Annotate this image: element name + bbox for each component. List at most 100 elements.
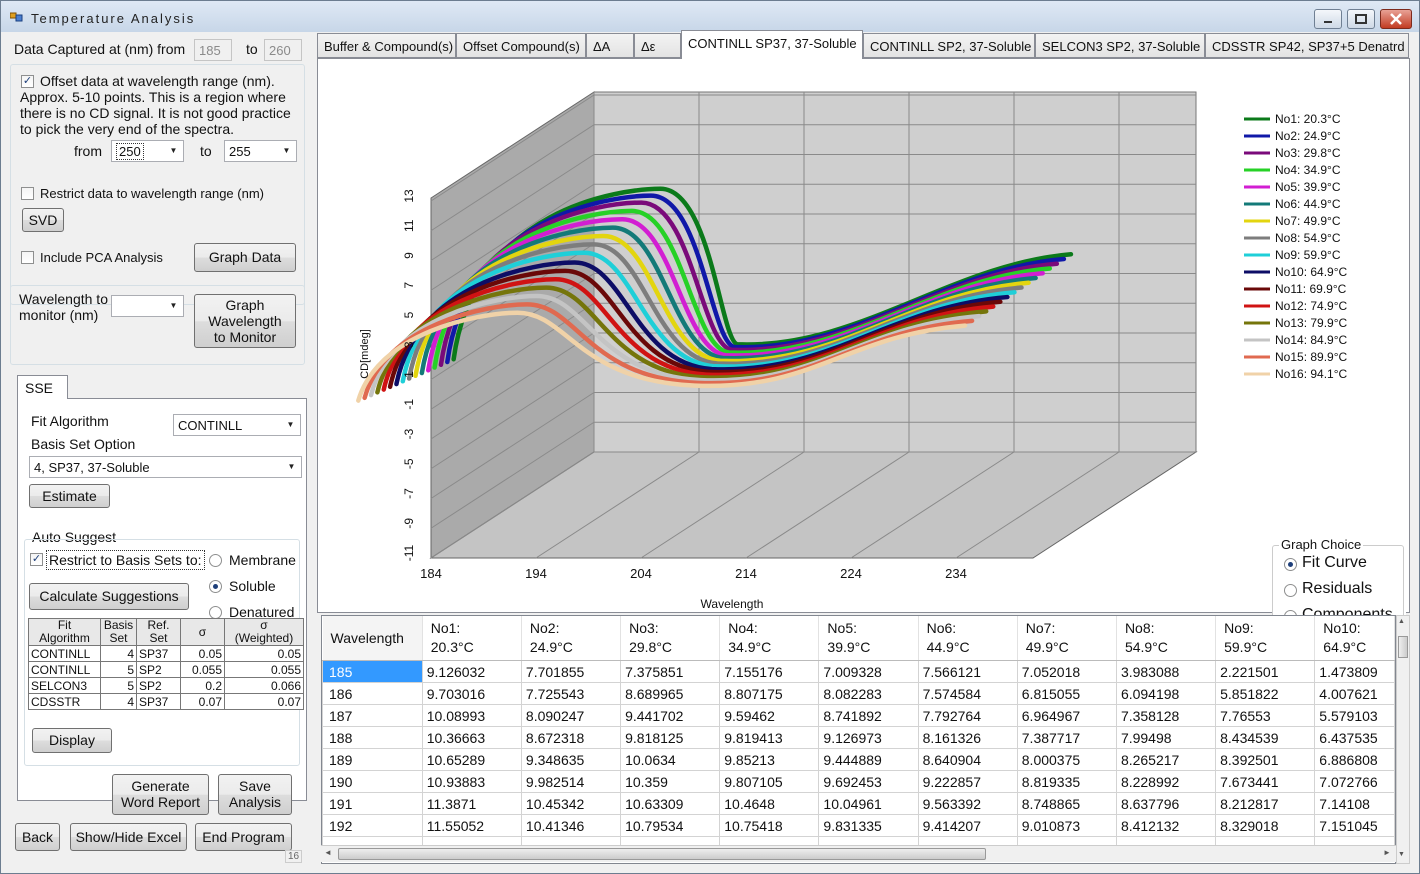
grid-cell[interactable]: 8.082283 — [818, 682, 919, 705]
calculate-suggestions-button[interactable]: Calculate Suggestions — [29, 583, 189, 610]
grid-cell[interactable]: 10.04961 — [818, 792, 919, 815]
grid-cell[interactable]: 8.819335 — [1016, 770, 1117, 793]
grid-cell[interactable]: 7.99498 — [1115, 726, 1217, 749]
grid-cell[interactable]: 10.41346 — [520, 814, 622, 837]
close-button[interactable] — [1380, 9, 1412, 29]
grid-horizontal-scrollbar[interactable]: ◄ ► — [321, 845, 1396, 862]
grid-cell[interactable]: 9.414207 — [917, 814, 1018, 837]
grid-cell[interactable]: 3.983088 — [1115, 660, 1217, 683]
grid-wavelength-cell[interactable]: 187 — [322, 704, 423, 727]
tab-continll-sp2[interactable]: CONTINLL SP2, 37-Soluble — [863, 33, 1035, 58]
grid-cell[interactable]: 8.672318 — [520, 726, 622, 749]
scroll-up-icon[interactable]: ▲ — [1398, 618, 1405, 625]
svd-button[interactable]: SVD — [22, 208, 64, 232]
table-row[interactable]: 191 11.3871 10.45342 10.63309 10.4648 10.0496… — [322, 792, 1395, 815]
residuals-radio[interactable] — [1284, 584, 1297, 597]
grid-cell[interactable]: 9.982514 — [520, 770, 622, 793]
generate-word-report-button[interactable]: Generate Word Report — [112, 774, 209, 815]
estimate-button[interactable]: Estimate — [29, 484, 110, 508]
grid-cell[interactable]: 8.434539 — [1215, 726, 1316, 749]
grid-col-header-wavelength[interactable]: Wavelength — [322, 616, 423, 661]
grid-cell[interactable]: 10.63309 — [620, 792, 721, 815]
offset-from-select[interactable]: 250 ▼ — [111, 140, 184, 162]
basis-set-select[interactable]: 4, SP37, 37-Soluble ▼ — [29, 456, 302, 478]
grid-col-header[interactable]: No6: 44.9°C — [918, 616, 1018, 661]
grid-cell[interactable]: 4.007621 — [1314, 682, 1395, 705]
grid-cell[interactable]: 9.348635 — [520, 748, 622, 771]
grid-col-header[interactable]: No4: 34.9°C — [719, 616, 820, 661]
grid-cell[interactable]: 7.673441 — [1215, 770, 1316, 793]
grid-cell[interactable]: 10.65289 — [421, 748, 522, 771]
grid-cell[interactable]: 7.701855 — [520, 660, 622, 683]
grid-cell[interactable]: 10.93883 — [421, 770, 522, 793]
grid-cell[interactable]: 6.964967 — [1016, 704, 1117, 727]
grid-cell[interactable]: 6.815055 — [1016, 682, 1117, 705]
restrict-range-checkbox[interactable] — [21, 187, 34, 200]
grid-cell[interactable]: 10.36663 — [421, 726, 522, 749]
grid-wavelength-cell[interactable]: 192 — [322, 814, 423, 837]
grid-cell[interactable]: 9.010873 — [1016, 814, 1117, 837]
grid-cell[interactable]: 8.228992 — [1115, 770, 1217, 793]
grid-cell[interactable]: 1.473809 — [1314, 660, 1395, 683]
display-button[interactable]: Display — [32, 728, 112, 753]
grid-wavelength-cell[interactable]: 185 — [322, 660, 423, 683]
show-hide-excel-button[interactable]: Show/Hide Excel — [70, 823, 187, 851]
grid-cell[interactable]: 10.75418 — [719, 814, 820, 837]
grid-col-header[interactable]: No1: 20.3°C — [422, 616, 522, 661]
grid-cell[interactable]: 9.819413 — [719, 726, 820, 749]
capture-to-input[interactable]: 260 — [264, 39, 302, 61]
tab-delta-a[interactable]: ΔA — [586, 33, 634, 58]
grid-cell[interactable]: 10.79534 — [620, 814, 721, 837]
grid-cell[interactable]: 9.441702 — [620, 704, 721, 727]
grid-cell[interactable]: 7.009328 — [818, 660, 919, 683]
grid-cell[interactable]: 7.155176 — [719, 660, 820, 683]
grid-cell[interactable]: 11.55052 — [421, 814, 522, 837]
grid-cell[interactable]: 9.126032 — [421, 660, 522, 683]
grid-cell[interactable]: 9.807105 — [719, 770, 820, 793]
grid-col-header[interactable]: No2: 24.9°C — [521, 616, 622, 661]
grid-cell[interactable]: 8.412132 — [1115, 814, 1217, 837]
grid-cell[interactable]: 7.375851 — [620, 660, 721, 683]
grid-cell[interactable]: 10.4648 — [719, 792, 820, 815]
grid-cell[interactable]: 8.212817 — [1215, 792, 1316, 815]
grid-cell[interactable]: 8.741892 — [818, 704, 919, 727]
grid-horizontal-thumb[interactable] — [338, 848, 986, 860]
grid-cell[interactable]: 10.45342 — [520, 792, 622, 815]
grid-cell[interactable]: 9.126973 — [818, 726, 919, 749]
grid-cell[interactable]: 9.85213 — [719, 748, 820, 771]
offset-to-select[interactable]: 255 ▼ — [224, 140, 297, 162]
grid-cell[interactable]: 6.886808 — [1314, 748, 1395, 771]
grid-cell[interactable]: 9.222857 — [917, 770, 1018, 793]
grid-cell[interactable]: 8.000375 — [1016, 748, 1117, 771]
grid-cell[interactable]: 8.265217 — [1115, 748, 1217, 771]
restrict-basis-checkbox[interactable]: ✓ — [30, 553, 43, 566]
suggestion-row[interactable]: CONTINLL 5 SP2 0.055 0.055 — [28, 661, 304, 678]
suggestion-row[interactable]: CONTINLL 4 SP37 0.05 0.05 — [28, 645, 304, 662]
grid-cell[interactable]: 7.76553 — [1215, 704, 1316, 727]
grid-cell[interactable]: 9.59462 — [719, 704, 820, 727]
grid-cell[interactable]: 10.08993 — [421, 704, 522, 727]
grid-cell[interactable]: 7.566121 — [917, 660, 1018, 683]
grid-col-header[interactable]: No3: 29.8°C — [620, 616, 721, 661]
grid-cell[interactable]: 7.358128 — [1115, 704, 1217, 727]
back-button[interactable]: Back — [15, 823, 60, 851]
grid-cell[interactable]: 8.807175 — [719, 682, 820, 705]
grid-cell[interactable]: 8.392501 — [1215, 748, 1316, 771]
scroll-left-icon[interactable]: ◄ — [324, 848, 332, 857]
grid-cell[interactable]: 7.792764 — [917, 704, 1018, 727]
soluble-radio[interactable] — [209, 580, 222, 593]
grid-cell[interactable]: 7.14108 — [1314, 792, 1395, 815]
pca-checkbox[interactable] — [21, 251, 34, 264]
grid-cell[interactable]: 9.692453 — [818, 770, 919, 793]
membrane-radio[interactable] — [209, 554, 222, 567]
suggestion-row[interactable]: SELCON3 5 SP2 0.2 0.066 — [28, 677, 304, 694]
grid-cell[interactable]: 2.221501 — [1215, 660, 1316, 683]
grid-cell[interactable]: 8.637796 — [1115, 792, 1217, 815]
grid-cell[interactable]: 7.387717 — [1016, 726, 1117, 749]
grid-wavelength-cell[interactable]: 189 — [322, 748, 423, 771]
end-program-button[interactable]: End Program — [195, 823, 292, 851]
grid-cell[interactable]: 11.3871 — [421, 792, 522, 815]
grid-cell[interactable]: 8.329018 — [1215, 814, 1316, 837]
suggestion-row[interactable]: CDSSTR 4 SP37 0.07 0.07 — [28, 693, 304, 710]
table-row[interactable]: 187 10.08993 8.090247 9.441702 9.59462 8.7418… — [322, 704, 1395, 727]
